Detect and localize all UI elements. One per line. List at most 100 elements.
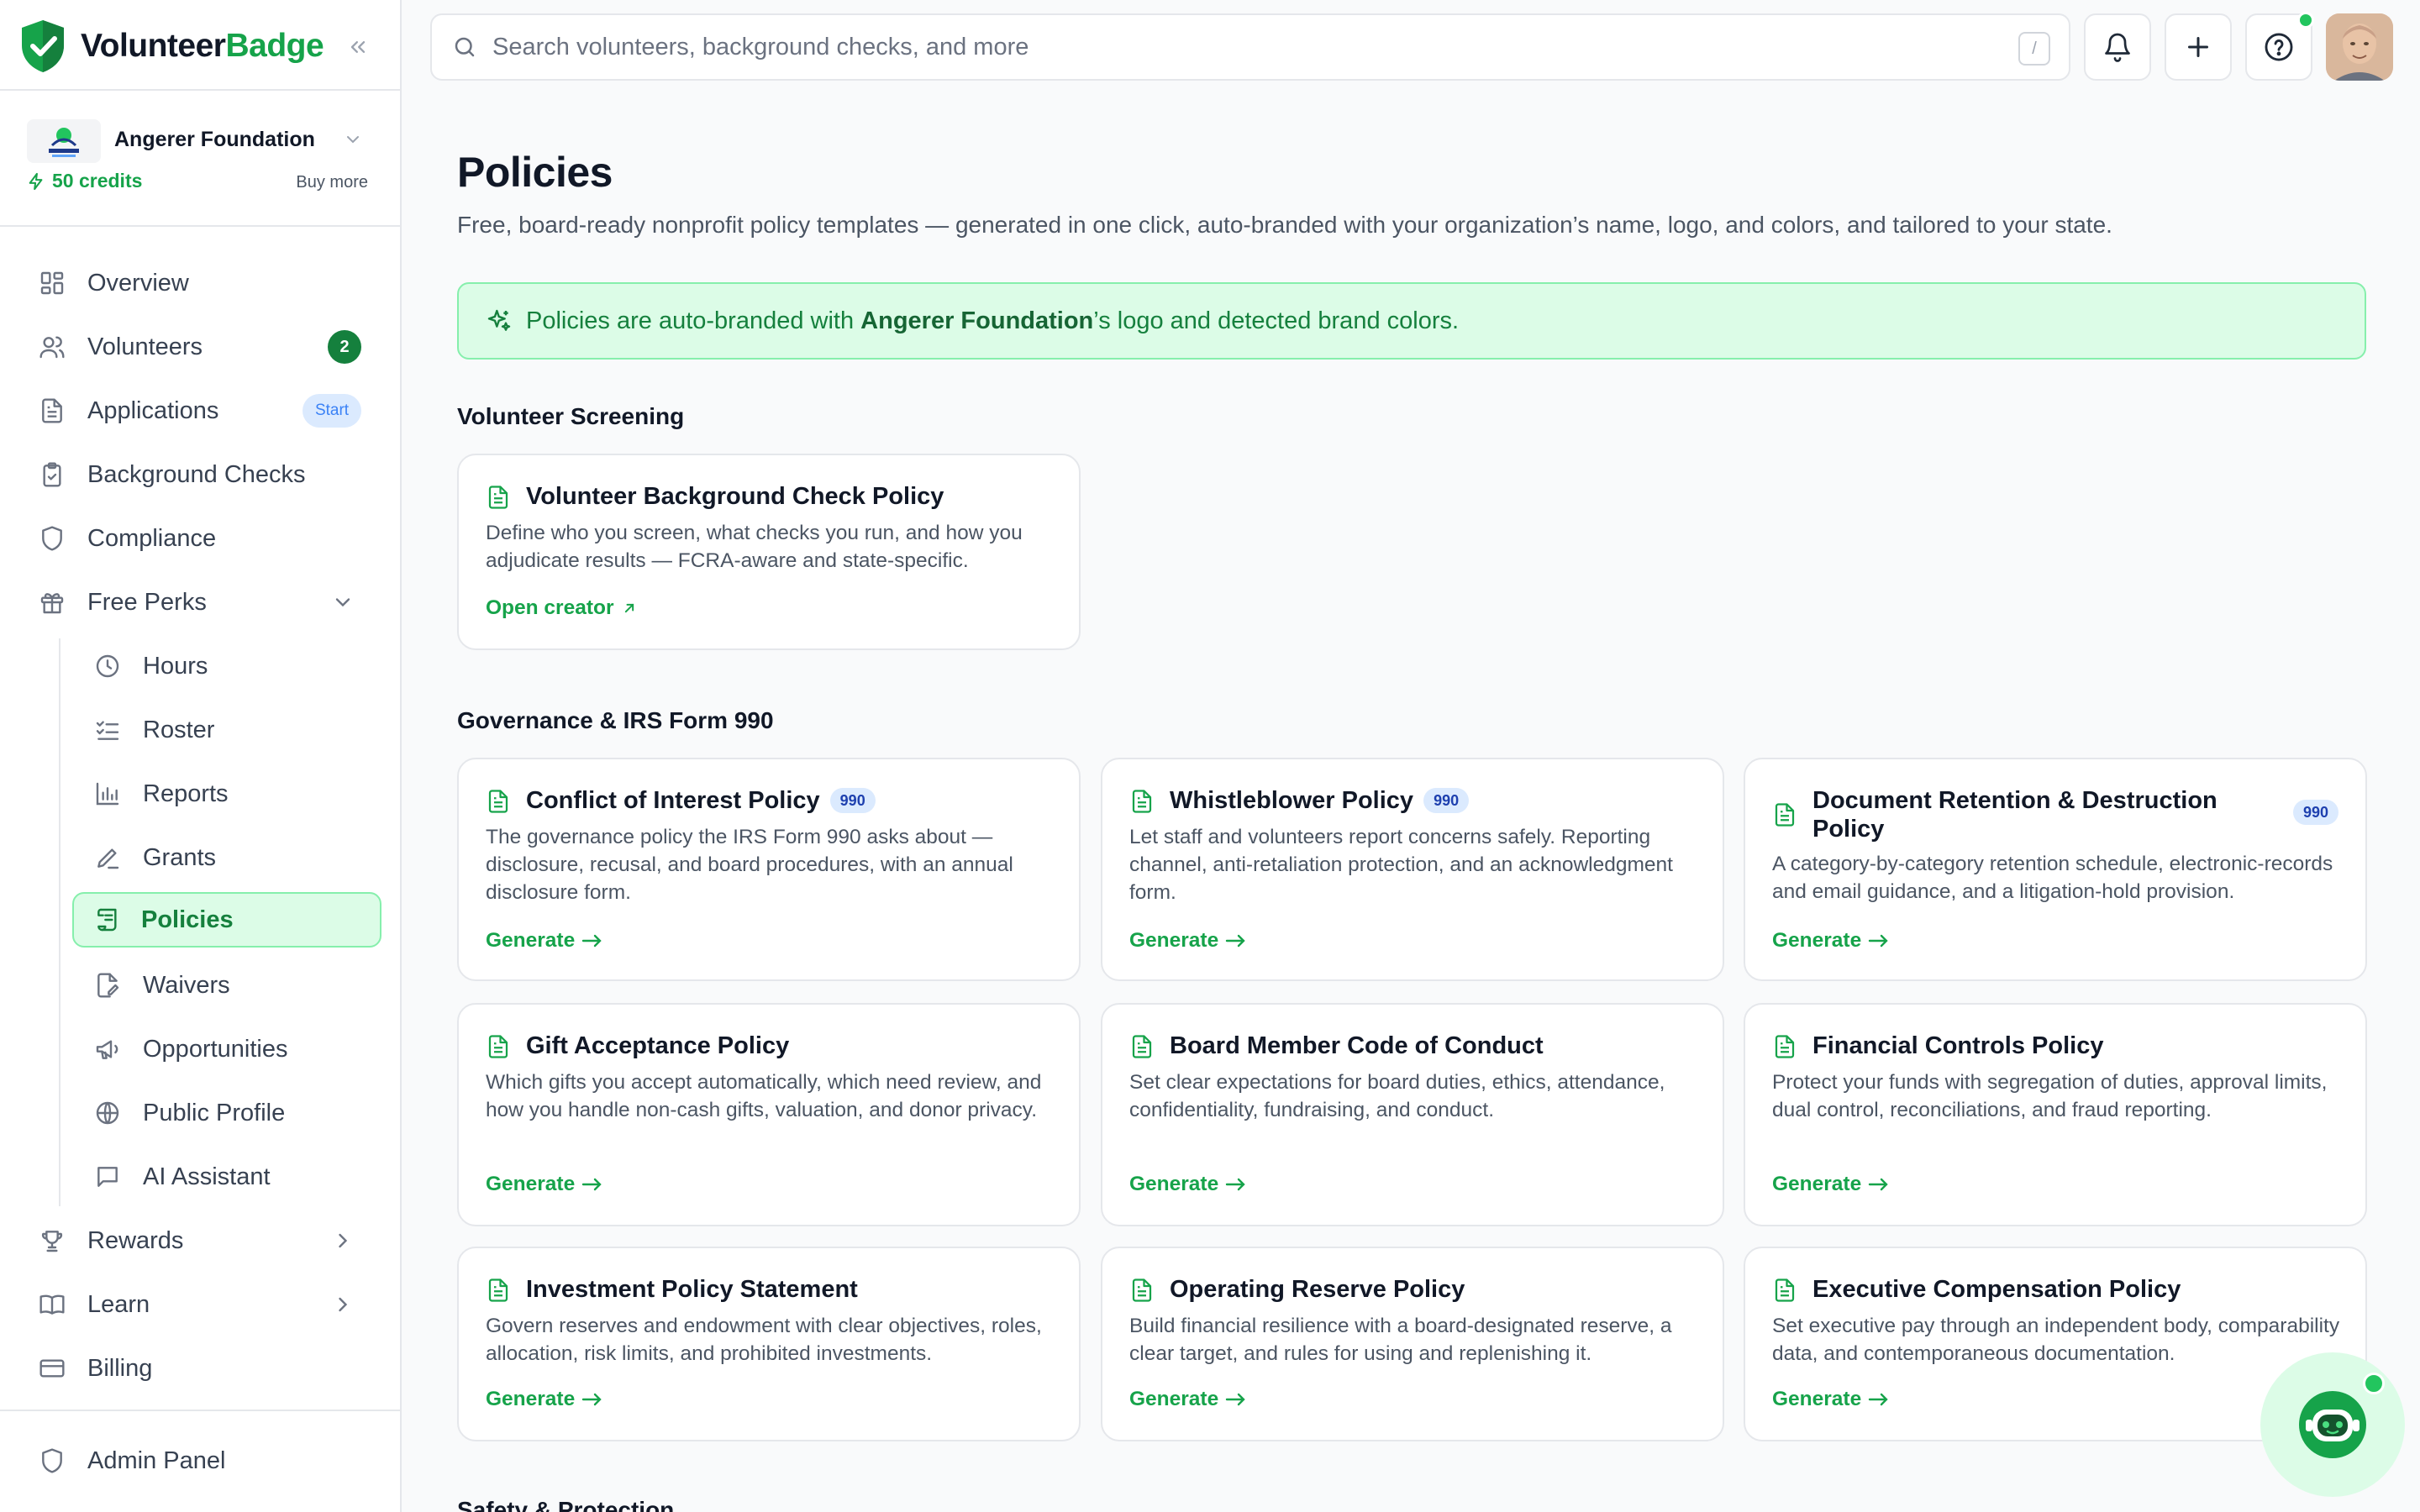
- policy-card-board-code-of-conduct[interactable]: Board Member Code of Conduct Set clear e…: [1101, 1003, 1724, 1226]
- card-description: Protect your funds with segregation of d…: [1772, 1071, 2328, 1121]
- arrow-right-icon: [1226, 1178, 1245, 1191]
- bolt-icon: [29, 172, 43, 190]
- card-title: Financial Controls Policy: [1812, 1032, 2104, 1059]
- users-icon: [37, 332, 67, 362]
- user-avatar[interactable]: [2326, 13, 2393, 81]
- policy-card-gift-acceptance[interactable]: Gift Acceptance Policy Which gifts you a…: [457, 1003, 1081, 1226]
- generate-link[interactable]: Generate: [486, 929, 603, 953]
- card-title: Conflict of Interest Policy 990: [526, 786, 876, 815]
- document-icon: [488, 1278, 508, 1302]
- sidebar-item-rewards[interactable]: Rewards: [37, 1213, 366, 1268]
- policy-card-operating-reserve[interactable]: Operating Reserve Policy Build financial…: [1101, 1247, 1724, 1441]
- volunteers-count-badge: 2: [328, 330, 361, 364]
- divider: [0, 1410, 402, 1411]
- page-title: Policies: [457, 149, 613, 196]
- pen-icon: [92, 843, 123, 873]
- document-icon: [1775, 1035, 1795, 1058]
- sidebar-item-label: Grants: [143, 843, 217, 871]
- sidebar-item-volunteers[interactable]: Volunteers 2: [37, 319, 366, 375]
- generate-link[interactable]: Generate: [1129, 929, 1247, 953]
- sidebar-item-ai-assistant[interactable]: AI Assistant: [89, 1149, 380, 1205]
- form-990-badge: 990: [829, 788, 876, 813]
- policy-card-document-retention[interactable]: Document Retention & Destruction Policy …: [1744, 758, 2367, 981]
- megaphone-icon: [92, 1034, 123, 1064]
- sidebar-item-label: Public Profile: [143, 1099, 286, 1126]
- buy-more-link[interactable]: Buy more: [296, 173, 368, 192]
- document-icon: [1132, 790, 1152, 813]
- policy-card-investment-policy[interactable]: Investment Policy Statement Govern reser…: [457, 1247, 1081, 1441]
- card-title: Board Member Code of Conduct: [1170, 1032, 1544, 1059]
- card-title: Operating Reserve Policy: [1170, 1276, 1465, 1303]
- form-990-badge: 990: [2292, 800, 2338, 825]
- policy-card-financial-controls[interactable]: Financial Controls Policy Protect your f…: [1744, 1003, 2367, 1226]
- sidebar-item-admin-panel[interactable]: Admin Panel: [37, 1433, 366, 1488]
- sidebar-item-background-checks[interactable]: Background Checks: [37, 447, 366, 502]
- sidebar-item-roster[interactable]: Roster: [89, 702, 380, 758]
- banner-text: Policies are auto-branded with Angerer F…: [526, 307, 1460, 334]
- generate-link[interactable]: Generate: [1772, 1173, 1890, 1196]
- create-new-button[interactable]: [2165, 13, 2232, 81]
- sidebar-item-applications[interactable]: Applications Start: [37, 383, 366, 438]
- search-icon: [455, 37, 475, 57]
- sidebar-item-label: Billing: [87, 1354, 153, 1382]
- sidebar-item-label: Admin Panel: [87, 1446, 226, 1474]
- sidebar-item-free-perks[interactable]: Free Perks: [37, 575, 366, 630]
- arrow-right-icon: [1226, 1393, 1245, 1406]
- online-status-dot: [2363, 1373, 2385, 1394]
- shield-check-icon: [22, 20, 64, 72]
- sidebar-item-learn[interactable]: Learn: [37, 1277, 366, 1332]
- card-description: Let staff and volunteers report concerns…: [1129, 826, 1673, 904]
- card-title: Whistleblower Policy 990: [1170, 786, 1470, 815]
- org-switcher[interactable]: Angerer Foundation 50 credits Buy more: [25, 118, 378, 202]
- sidebar-item-label: Applications: [87, 396, 219, 424]
- generate-link[interactable]: Generate: [1772, 929, 1890, 953]
- sidebar-item-public-profile[interactable]: Public Profile: [89, 1085, 380, 1141]
- form-990-badge: 990: [1423, 788, 1470, 813]
- sidebar-item-label: Rewards: [87, 1226, 184, 1254]
- clock-icon: [92, 651, 123, 681]
- submenu-guide-line: [59, 638, 60, 1206]
- branding-banner: Policies are auto-branded with Angerer F…: [457, 282, 2366, 360]
- policy-card-conflict-of-interest[interactable]: Conflict of Interest Policy 990 The gover…: [457, 758, 1081, 981]
- generate-link[interactable]: Generate: [486, 1388, 603, 1411]
- plus-icon: [2188, 37, 2208, 57]
- card-title: Gift Acceptance Policy: [526, 1032, 790, 1059]
- sidebar-item-compliance[interactable]: Compliance: [37, 511, 366, 566]
- generate-link[interactable]: Generate: [1129, 1173, 1247, 1196]
- card-description: Build financial resilience with a board-…: [1129, 1315, 1672, 1365]
- notifications-button[interactable]: [2084, 13, 2151, 81]
- sidebar-item-overview[interactable]: Overview: [37, 255, 366, 311]
- checklist-icon: [92, 715, 123, 745]
- arrow-right-icon: [1869, 1178, 1888, 1191]
- card-description: Define who you screen, what checks you r…: [486, 522, 1023, 572]
- sidebar-item-grants[interactable]: Grants: [89, 830, 380, 885]
- sidebar-item-opportunities[interactable]: Opportunities: [89, 1021, 380, 1077]
- brand-logo[interactable]: VolunteerBadge: [18, 17, 324, 76]
- sidebar-item-billing[interactable]: Billing: [37, 1341, 366, 1396]
- sidebar-item-policies[interactable]: Policies: [72, 892, 381, 948]
- dashboard-icon: [37, 268, 67, 298]
- help-button[interactable]: [2245, 12, 2314, 81]
- generate-link[interactable]: Generate: [486, 1173, 603, 1196]
- policy-card-whistleblower[interactable]: Whistleblower Policy 990 Let staff and vo…: [1101, 758, 1724, 981]
- sidebar-item-waivers[interactable]: Waivers: [89, 958, 380, 1013]
- sidebar-item-label: Background Checks: [87, 460, 306, 488]
- sidebar-item-reports[interactable]: Reports: [89, 766, 380, 822]
- global-search[interactable]: /: [430, 13, 2070, 81]
- bell-icon: [2105, 33, 2130, 62]
- sidebar-item-label: Policies: [141, 906, 234, 933]
- collapse-sidebar-button[interactable]: [341, 30, 375, 64]
- applications-start-badge: Start: [302, 394, 361, 428]
- sidebar-item-label: Overview: [87, 269, 189, 297]
- open-creator-link[interactable]: Open creator: [486, 596, 638, 620]
- arrow-right-icon: [582, 1393, 602, 1406]
- card-title: Volunteer Background Check Policy: [526, 483, 944, 510]
- generate-link[interactable]: Generate: [1129, 1388, 1247, 1411]
- generate-link[interactable]: Generate: [1772, 1388, 1890, 1411]
- search-input[interactable]: [492, 33, 1921, 61]
- card-description: Govern reserves and endowment with clear…: [486, 1315, 1042, 1365]
- card-title: Executive Compensation Policy: [1812, 1276, 2181, 1303]
- policy-card-background-check[interactable]: Volunteer Background Check Policy Define…: [457, 454, 1081, 650]
- sidebar-item-hours[interactable]: Hours: [89, 638, 380, 694]
- org-logo-image: [49, 128, 79, 157]
